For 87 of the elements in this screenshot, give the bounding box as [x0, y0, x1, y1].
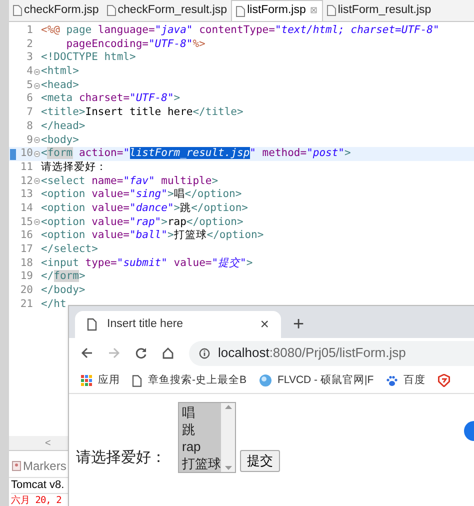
- forward-icon[interactable]: [108, 347, 120, 359]
- bookmark[interactable]: 章鱼搜索-史上最全B: [132, 372, 246, 388]
- back-icon[interactable]: [81, 347, 93, 359]
- line-number: 12: [20, 174, 33, 188]
- fold-icon[interactable]: [34, 82, 40, 89]
- file-icon: [106, 5, 116, 16]
- file-icon: [326, 5, 336, 16]
- line-number: 19: [20, 270, 33, 284]
- code-line: 请选择爱好：: [41, 160, 107, 175]
- code-line: <form action="listForm_result.jsp" method="post">: [41, 147, 351, 161]
- browser-tab[interactable]: Insert title here ×: [75, 311, 281, 338]
- page-icon: [87, 318, 97, 331]
- file-icon: [13, 5, 22, 16]
- home-icon[interactable]: [162, 347, 174, 359]
- code-line: <option value="sing">唱</option>: [41, 188, 242, 202]
- line-number: 9: [26, 134, 33, 148]
- file-icon: [236, 6, 246, 16]
- shield-logo-icon: [438, 374, 450, 387]
- editor-tab[interactable]: checkForm_result.jsp: [102, 0, 232, 21]
- code-line: <!DOCTYPE html>: [41, 51, 136, 66]
- line-number: 18: [20, 256, 33, 270]
- fold-icon[interactable]: [34, 178, 40, 184]
- fold-icon[interactable]: [34, 219, 40, 226]
- fold-icon[interactable]: [34, 151, 40, 158]
- page-icon: [132, 374, 142, 386]
- line-number: 11: [20, 160, 33, 175]
- markers-tab[interactable]: Markers: [23, 457, 66, 475]
- fold-icon[interactable]: [34, 137, 40, 144]
- code-line: </ht: [41, 298, 66, 312]
- close-tab-button[interactable]: ×: [260, 317, 269, 332]
- code-line: <%@ page language="java" contentType="text/html; charset=UTF-8": [41, 24, 440, 38]
- code-line: </select>: [41, 243, 98, 257]
- line-number: 21: [20, 298, 33, 312]
- line-number: 13: [20, 188, 33, 202]
- scroll-down-icon[interactable]: [224, 466, 232, 470]
- info-icon[interactable]: [199, 348, 210, 358]
- code-line: <body>: [41, 134, 79, 148]
- line-number: 5: [26, 78, 33, 92]
- list-option[interactable]: 打篮球: [179, 455, 221, 472]
- new-tab-button[interactable]: +: [293, 315, 304, 334]
- line-number: 15: [20, 216, 33, 230]
- code-line: <head>: [41, 78, 79, 92]
- code-line: <option value="ball">打篮球</option>: [41, 229, 264, 244]
- editor-tab[interactable]: listForm.jsp ⊠: [231, 0, 323, 21]
- line-number: 8: [26, 120, 33, 134]
- line-number: 10: [20, 147, 33, 161]
- code-line: <title>Insert title here</title>: [41, 106, 244, 120]
- code-line: <option value="rap">rap</option>: [41, 216, 244, 229]
- reload-icon[interactable]: [135, 347, 147, 359]
- editor-tab[interactable]: checkForm.jsp: [9, 0, 103, 21]
- address-bar[interactable]: localhost:8080/Prj05/listForm.jsp: [189, 340, 474, 366]
- line-number: 17: [20, 243, 33, 257]
- line-number: 1: [26, 24, 33, 38]
- code-line: </form>: [41, 270, 86, 284]
- code-line: <html>: [41, 65, 79, 79]
- code-line: pageEncoding="UTF-8"%>: [65, 38, 206, 52]
- code-line: <input type="submit" value="提交">: [41, 256, 253, 270]
- code-line: <option value="dance">跳</option>: [41, 202, 248, 216]
- line-number: 7: [26, 106, 33, 120]
- bookmark[interactable]: FLVCD - 硕鼠官网|F: [258, 372, 374, 388]
- globe-icon: [258, 374, 272, 387]
- form-label: 请选择爱好：: [76, 448, 166, 468]
- hobby-listbox[interactable]: 唱 跳 rap 打篮球: [178, 402, 236, 473]
- console-line: 六月 20, 2: [11, 494, 62, 506]
- code-line: <meta charset="UTF-8">: [41, 92, 180, 106]
- line-number: 4: [26, 65, 33, 79]
- bookmark[interactable]: 应用: [81, 372, 120, 388]
- line-number: 20: [20, 284, 33, 298]
- tab-title: Insert title here: [107, 316, 184, 332]
- paw-icon: [386, 374, 398, 386]
- code-line: </body>: [41, 284, 86, 298]
- line-number: 2: [26, 38, 33, 52]
- bookmark[interactable]: 百度: [386, 372, 426, 388]
- extension-icon[interactable]: [464, 421, 474, 441]
- code-line: </head>: [41, 120, 86, 134]
- line-number: 16: [20, 229, 33, 244]
- apps-grid-icon: [81, 375, 92, 386]
- line-number: 6: [26, 92, 33, 106]
- editor-tab[interactable]: listForm_result.jsp: [322, 0, 436, 21]
- code-line: <select name="fav" multiple>: [41, 174, 218, 188]
- fold-icon[interactable]: [34, 68, 40, 75]
- markers-icon: [12, 461, 21, 471]
- line-number: 14: [20, 202, 33, 216]
- line-number: 3: [26, 51, 33, 66]
- scroll-up-icon[interactable]: [224, 405, 232, 409]
- submit-button[interactable]: 提交: [240, 450, 280, 472]
- url-text: localhost:8080/Prj05/listForm.jsp: [218, 344, 406, 362]
